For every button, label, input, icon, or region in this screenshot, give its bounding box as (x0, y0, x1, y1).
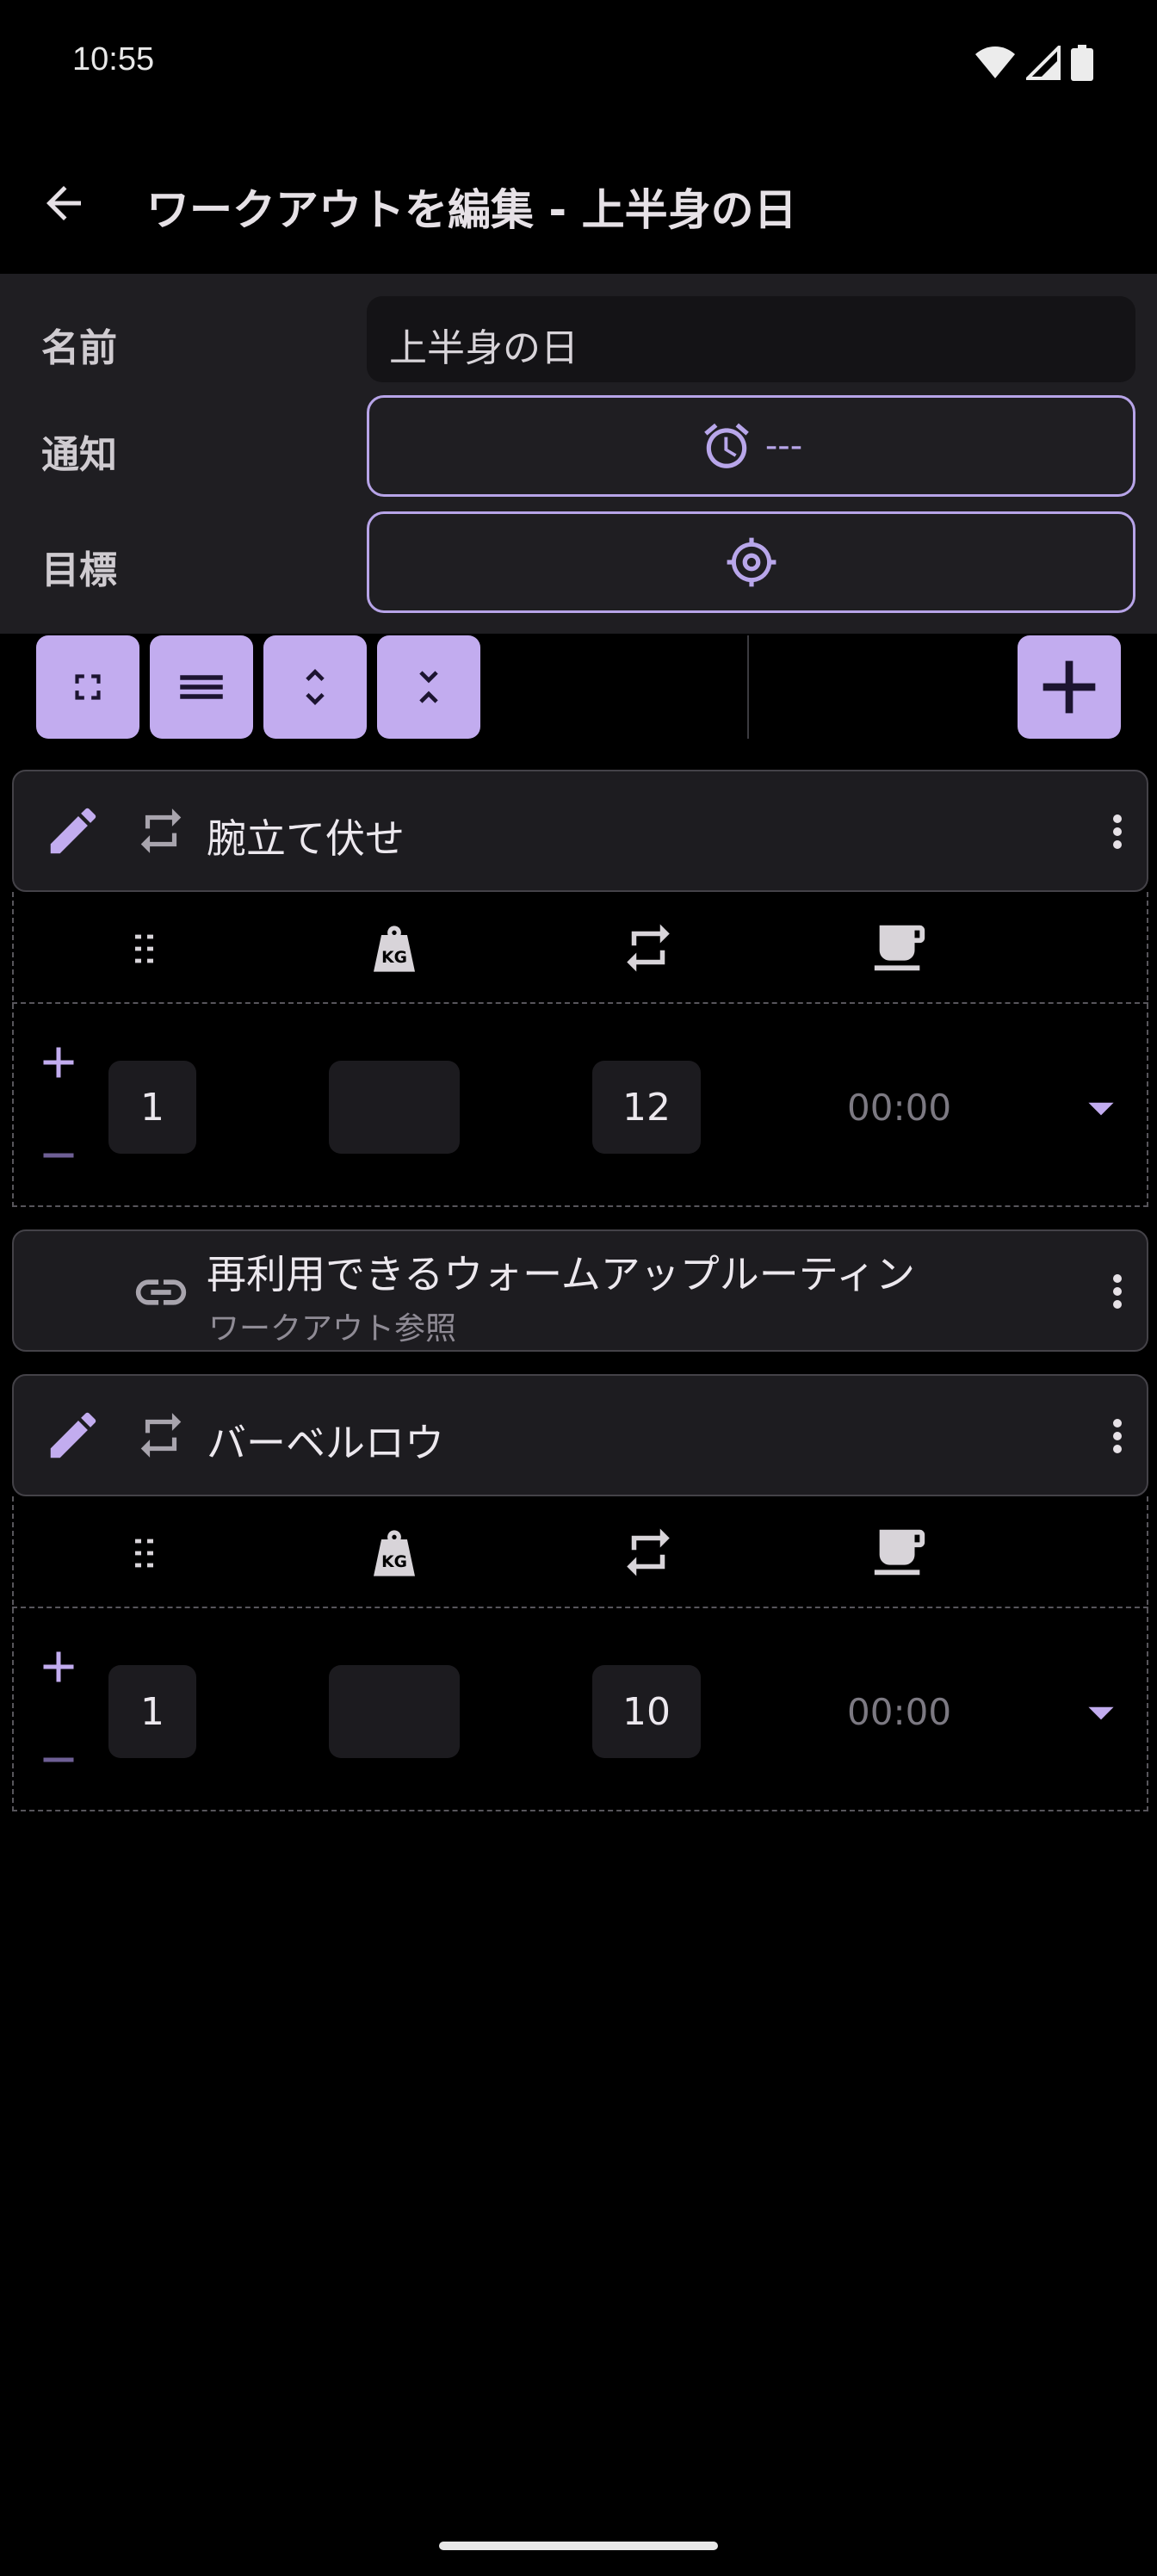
remove-set-minus-icon[interactable] (33, 1734, 84, 1786)
fullscreen-button[interactable] (36, 635, 139, 739)
arrow-back-icon (46, 186, 81, 220)
svg-text:KG: KG (381, 1553, 407, 1571)
wifi-icon (975, 46, 1015, 78)
notification-label: 通知 (41, 433, 117, 477)
set-table-divider (12, 1002, 1148, 1004)
weight-input[interactable] (329, 1061, 460, 1154)
goal-label: 目標 (41, 548, 117, 592)
page-title: ワークアウトを編集 - 上半身の日 (146, 185, 797, 235)
set-table (12, 1496, 1148, 1811)
add-set-plus-icon[interactable] (33, 1037, 84, 1088)
set-table-divider (12, 1607, 1148, 1608)
dropdown-arrow-icon[interactable] (1080, 1087, 1123, 1130)
add-set-plus-icon[interactable] (33, 1641, 84, 1693)
status-time: 10:55 (72, 41, 155, 77)
repeat-icon (140, 1413, 182, 1458)
exercise-card[interactable]: バーベルロウ (12, 1374, 1148, 1496)
set-number[interactable]: 1 (108, 1061, 196, 1154)
exercise-card[interactable]: 腕立て伏せ (12, 770, 1148, 892)
more-vert-icon[interactable] (1092, 1410, 1143, 1462)
battery-icon (1071, 45, 1093, 81)
edit-pencil-icon[interactable] (43, 1405, 103, 1465)
notification-value: --- (764, 426, 803, 466)
svg-text:KG: KG (381, 949, 407, 967)
exercise-name: 腕立て伏せ (207, 815, 405, 862)
remove-set-minus-icon[interactable] (33, 1130, 84, 1181)
reps-input[interactable]: 12 (592, 1061, 701, 1154)
unfold-less-icon (419, 671, 438, 703)
list-numbered-icon (135, 934, 153, 963)
unfold-more-icon (306, 669, 325, 705)
alarm-icon (704, 423, 749, 468)
menu-lines-icon (180, 675, 223, 699)
dropdown-arrow-icon[interactable] (1080, 1691, 1123, 1734)
set-number[interactable]: 1 (108, 1665, 196, 1758)
reference-subtitle: ワークアウト参照 (208, 1311, 457, 1347)
edit-pencil-icon[interactable] (43, 801, 103, 861)
rest-time[interactable]: 00:00 (847, 1691, 951, 1733)
target-crosshair-icon (727, 537, 776, 587)
more-vert-icon[interactable] (1092, 1266, 1143, 1317)
weight-kg-icon: KG (374, 1530, 415, 1576)
name-label: 名前 (41, 326, 117, 370)
repeat-icon (140, 808, 182, 853)
rest-cup-icon (874, 1529, 925, 1576)
signal-icon (1026, 46, 1061, 80)
plus-icon (1043, 660, 1096, 714)
name-input[interactable]: 上半身の日 (367, 296, 1135, 382)
more-vert-icon[interactable] (1092, 806, 1143, 858)
back-button[interactable] (29, 169, 98, 238)
repeat-reps-icon (627, 924, 670, 972)
status-icons (974, 45, 1093, 81)
fullscreen-icon (75, 674, 101, 700)
list-view-button[interactable] (150, 635, 253, 739)
set-table (12, 892, 1148, 1207)
weight-input[interactable] (329, 1665, 460, 1758)
repeat-reps-icon (627, 1528, 670, 1576)
weight-kg-icon: KG (374, 926, 415, 972)
link-icon (135, 1279, 187, 1305)
list-numbered-icon (135, 1539, 153, 1568)
goal-button[interactable] (367, 511, 1135, 613)
rest-time[interactable]: 00:00 (847, 1087, 951, 1129)
expand-all-button[interactable] (263, 635, 367, 739)
reps-input[interactable]: 10 (592, 1665, 701, 1758)
workout-reference-card[interactable]: 再利用できるウォームアップルーティン ワークアウト参照 (12, 1229, 1148, 1352)
toolbar-divider (747, 635, 749, 739)
exercise-name: バーベルロウ (207, 1420, 444, 1466)
rest-cup-icon (874, 925, 925, 971)
reference-name: 再利用できるウォームアップルーティン (207, 1251, 915, 1297)
notification-button[interactable]: --- (367, 395, 1135, 497)
home-indicator[interactable] (439, 2542, 718, 2550)
collapse-all-button[interactable] (377, 635, 480, 739)
add-exercise-button[interactable] (1018, 635, 1121, 739)
